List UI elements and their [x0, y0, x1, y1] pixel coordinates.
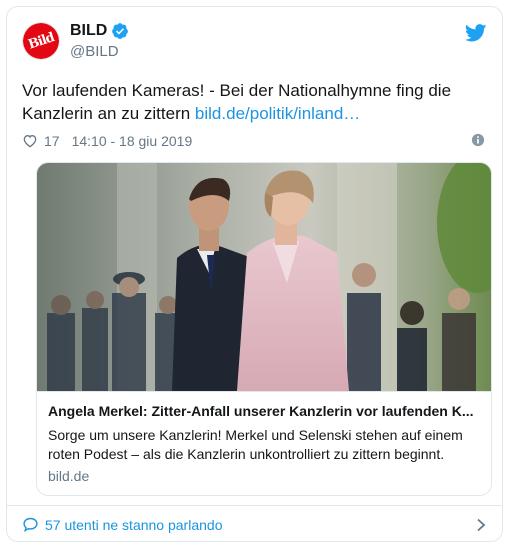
tweet-text: Vor laufenden Kameras! - Bei der Nationa…: [22, 79, 492, 125]
tweet-footer[interactable]: 57 utenti ne stanno parlando: [7, 505, 502, 543]
discussion-link[interactable]: 57 utenti ne stanno parlando: [45, 517, 222, 533]
verified-badge-icon: [112, 23, 129, 39]
avatar-logo: Bild: [23, 23, 59, 59]
card-domain: bild.de: [48, 468, 90, 484]
card-body[interactable]: Angela Merkel: Zitter-Anfall unserer Kan…: [37, 391, 491, 495]
info-icon[interactable]: [471, 133, 485, 147]
card-description: Sorge um unsere Kanzlerin! Merkel und Se…: [48, 427, 463, 462]
avatar[interactable]: Bild: [22, 22, 60, 60]
card-title[interactable]: Angela Merkel: Zitter-Anfall unserer Kan…: [48, 402, 482, 420]
tweet-link[interactable]: bild.de/politik/inland…: [195, 104, 360, 123]
card-photo[interactable]: [37, 163, 492, 391]
tweet-header: Bild BILD @BILD: [22, 20, 487, 66]
speech-bubble-icon: [23, 517, 38, 533]
tweet-meta: 17 14:10 - 18 giu 2019: [22, 131, 487, 151]
timestamp[interactable]: 14:10 - 18 giu 2019: [72, 133, 193, 149]
link-card[interactable]: Angela Merkel: Zitter-Anfall unserer Kan…: [36, 162, 492, 496]
name-row[interactable]: BILD: [70, 22, 129, 40]
twitter-bird-icon[interactable]: [465, 24, 487, 42]
display-name[interactable]: BILD: [70, 22, 107, 40]
handle[interactable]: @BILD: [70, 43, 119, 60]
like-count[interactable]: 17: [44, 133, 60, 149]
tweet-embed: Bild BILD @BILD Vor laufenden Kameras! -…: [6, 6, 503, 542]
chevron-right-icon[interactable]: [475, 518, 487, 532]
heart-icon[interactable]: [22, 133, 38, 149]
